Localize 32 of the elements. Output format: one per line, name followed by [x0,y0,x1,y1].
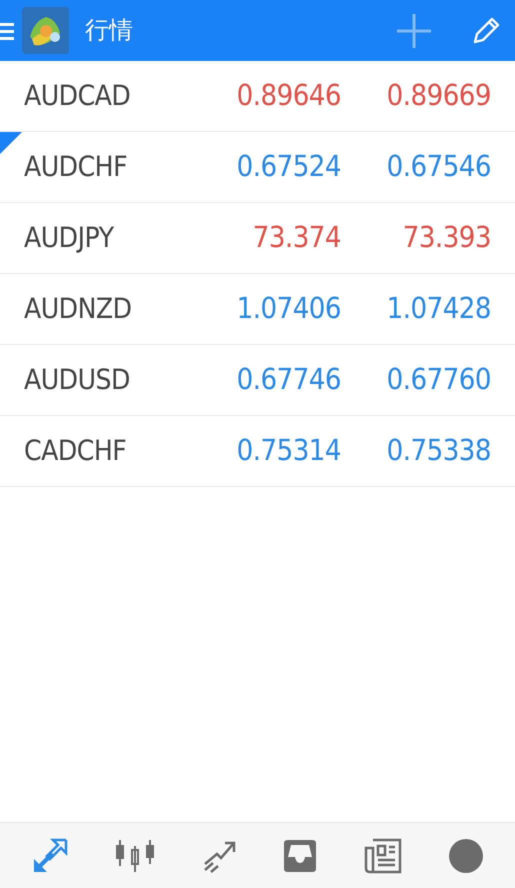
bid-price: 73.374 [252,219,341,256]
screen-title: 行情 [85,16,133,46]
candlestick-icon[interactable] [114,838,155,874]
bid-price: 0.89646 [236,77,341,114]
ask-price: 1.07428 [386,290,491,328]
symbol-text: AUDCAD [24,78,132,114]
ask-price: 0.67760 [386,361,491,398]
quote-row[interactable]: CADCHF 0.75314 0.75338 [0,416,515,487]
quote-row[interactable]: AUDCHF 0.67524 0.67546 [0,132,515,203]
symbol-text: CADCHF [24,433,128,469]
symbol-text: AUDNZD [24,291,133,327]
ask-price: 73.393 [402,219,491,256]
symbol-text: AUDJPY [24,220,115,256]
inbox-icon[interactable] [282,838,318,872]
quote-row[interactable]: AUDNZD 1.07406 1.07428 [0,274,515,345]
quote-row[interactable]: AUDUSD 0.67746 0.67760 [0,345,515,416]
bid-price: 1.07406 [236,290,341,328]
newspaper-icon[interactable] [364,836,402,874]
bid-price: 0.75314 [236,432,341,470]
ask-price: 0.67546 [386,148,491,186]
symbol-text: AUDUSD [24,362,131,398]
menu-icon[interactable] [0,20,14,40]
quote-row[interactable]: AUDCAD 0.89646 0.89669 [0,61,515,132]
bid-price: 0.67746 [236,361,341,398]
quote-row[interactable]: AUDJPY 73.374 73.393 [0,203,515,274]
ask-price: 0.75338 [386,432,491,470]
ask-price: 0.89669 [386,77,491,114]
edit-icon[interactable] [471,16,501,46]
app-logo-icon [22,7,69,54]
bid-price: 0.67524 [236,148,341,186]
selection-marker-icon [0,132,22,154]
symbol-text: AUDCHF [24,149,128,185]
